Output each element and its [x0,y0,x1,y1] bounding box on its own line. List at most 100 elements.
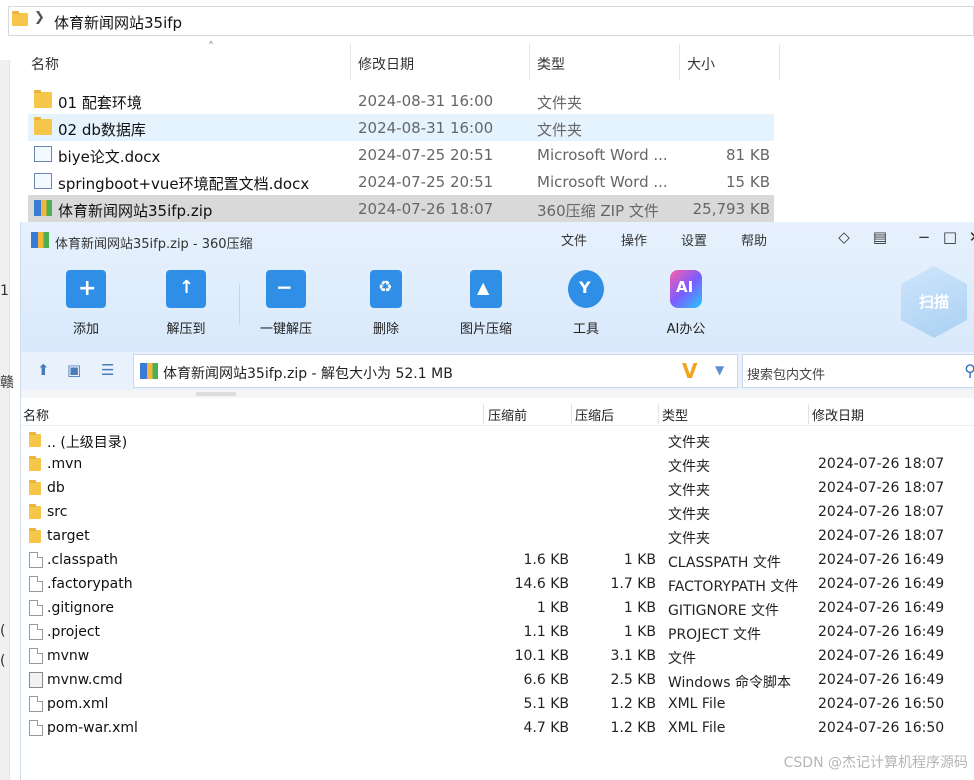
entry-name: mvnw [47,648,90,664]
menu-settings[interactable]: 设置 [681,230,707,249]
column-divider[interactable] [779,44,780,80]
up-arrow-icon[interactable]: ⬆ [37,361,50,379]
file-row[interactable]: 02 db数据库 2024-08-31 16:00 文件夹 [28,114,774,141]
ai-office-button[interactable]: AI AI办公 [646,270,726,340]
delete-label: 删除 [372,322,399,337]
navigation-pane[interactable] [0,60,10,780]
entry-size-after: 1 KB [623,600,656,616]
add-label: 添加 [72,322,99,337]
image-compress-button[interactable]: ▲ 图片压缩 [446,270,526,340]
entry-modified: 2024-07-26 18:07 [818,480,945,496]
explorer-column-header: ˄ 名称 修改日期 类型 大小 [28,40,780,84]
entry-modified: 2024-07-26 16:49 [818,672,945,688]
column-compressed-before[interactable]: 压缩前 [488,405,527,424]
archive-row[interactable]: mvnw.cmd 6.6 KB 2.5 KB Windows 命令脚本 2024… [21,668,974,692]
column-divider[interactable] [571,404,572,424]
file-size: 15 KB [726,173,770,191]
archive-row[interactable]: pom-war.xml 4.7 KB 1.2 KB XML File 2024-… [21,716,974,740]
scan-button[interactable]: 扫描 [901,266,967,338]
entry-modified: 2024-07-26 16:49 [818,600,945,616]
archive-row[interactable]: .gitignore 1 KB 1 KB GITIGNORE 文件 2024-0… [21,596,974,620]
file-type: Microsoft Word ... [537,146,668,164]
list-view-icon[interactable]: ☰ [101,361,114,379]
pane-text: ( [0,623,6,639]
file-modified: 2024-07-25 20:51 [358,146,494,164]
chevron-down-icon[interactable]: ▼ [715,363,724,377]
column-divider[interactable] [350,44,351,80]
folder-icon [29,432,41,447]
archive-row[interactable]: .factorypath 14.6 KB 1.7 KB FACTORYPATH … [21,572,974,596]
archive-path-text: 体育新闻网站35ifp.zip - 解包大小为 52.1 MB [163,366,453,382]
archive-row[interactable]: .classpath 1.6 KB 1 KB CLASSPATH 文件 2024… [21,548,974,572]
archive-row[interactable]: .project 1.1 KB 1 KB PROJECT 文件 2024-07-… [21,620,974,644]
archive-row[interactable]: mvnw 10.1 KB 3.1 KB 文件 2024-07-26 16:49 [21,644,974,668]
delete-button[interactable]: ♻ 删除 [346,270,426,340]
file-name: springboot+vue环境配置文档.docx [58,175,310,193]
maximize-icon[interactable]: □ [940,228,960,246]
column-compressed-after[interactable]: 压缩后 [575,405,614,424]
archive-row[interactable]: .. (上级目录) 文件夹 [21,428,974,452]
search-icon[interactable]: ⚲ [964,361,974,380]
column-divider[interactable] [483,404,484,424]
column-divider[interactable] [658,404,659,424]
extract-to-icon: ↑ [166,270,206,308]
window-title: 体育新闻网站35ifp.zip - 360压缩 [55,237,253,252]
breadcrumb[interactable]: 体育新闻网站35ifp [54,12,182,33]
message-icon[interactable]: ▤ [870,228,890,246]
menu-file[interactable]: 文件 [561,230,587,249]
entry-type: PROJECT 文件 [668,627,761,643]
file-size: 25,793 KB [692,200,770,218]
tools-button[interactable]: Y 工具 [546,270,626,340]
archive-row[interactable]: db 文件夹 2024-07-26 18:07 [21,476,974,500]
scrollbar-thumb[interactable] [196,392,236,396]
entry-type: GITIGNORE 文件 [668,603,780,619]
horizontal-scrollbar[interactable] [21,390,974,398]
folder-icon [12,11,28,26]
add-icon: + [66,270,106,308]
search-input[interactable]: 搜索包内文件 ⚲ [742,354,974,388]
entry-size-after: 1.7 KB [610,576,657,592]
file-row[interactable]: 01 配套环境 2024-08-31 16:00 文件夹 [28,87,774,114]
entry-modified: 2024-07-26 18:07 [818,456,945,472]
add-button[interactable]: + 添加 [46,270,126,340]
entry-type: 文件夹 [668,507,710,523]
column-type[interactable]: 类型 [662,405,688,424]
file-size: 81 KB [726,146,770,164]
entry-size-before: 10.1 KB [514,648,569,664]
file-row[interactable]: biye论文.docx 2024-07-25 20:51 Microsoft W… [28,141,774,168]
file-row[interactable]: springboot+vue环境配置文档.docx 2024-07-25 20:… [28,168,774,195]
menu-help[interactable]: 帮助 [741,230,767,249]
column-divider[interactable] [529,44,530,80]
minimize-icon[interactable]: − [914,228,934,246]
file-name: 体育新闻网站35ifp.zip [58,202,213,220]
pane-text: ( [0,653,6,669]
file-row-selected[interactable]: 体育新闻网站35ifp.zip 2024-07-26 18:07 360压缩 Z… [28,195,774,222]
column-modified[interactable]: 修改日期 [812,405,864,424]
file-modified: 2024-07-26 18:07 [358,200,494,218]
column-divider[interactable] [679,44,680,80]
file-type: 文件夹 [537,94,583,112]
verified-v-icon[interactable]: V [682,359,697,383]
archive-row[interactable]: .mvn 文件夹 2024-07-26 18:07 [21,452,974,476]
menu-operation[interactable]: 操作 [621,230,647,249]
column-name[interactable]: 名称 [31,54,59,74]
extract-to-button[interactable]: ↑ 解压到 [146,270,226,340]
one-click-extract-button[interactable]: − 一键解压 [246,270,326,340]
column-modified[interactable]: 修改日期 [358,54,414,74]
archive-row[interactable]: pom.xml 5.1 KB 1.2 KB XML File 2024-07-2… [21,692,974,716]
recycle-bin-icon: ♻ [370,270,402,308]
column-name[interactable]: 名称 [23,405,49,424]
thumbnail-view-icon[interactable]: ▣ [67,361,81,379]
column-size[interactable]: 大小 [687,54,715,74]
chevron-right-icon[interactable]: ❯ [34,10,45,25]
archive-row[interactable]: target 文件夹 2024-07-26 18:07 [21,524,974,548]
entry-type: Windows 命令脚本 [668,675,791,691]
column-type[interactable]: 类型 [537,54,565,74]
column-divider[interactable] [808,404,809,424]
archive-path-field[interactable]: 体育新闻网站35ifp.zip - 解包大小为 52.1 MB V ▼ [133,354,738,388]
close-icon[interactable]: ✕ [965,228,974,246]
archive-row[interactable]: src 文件夹 2024-07-26 18:07 [21,500,974,524]
folder-icon [34,90,52,108]
skin-icon[interactable]: ◇ [834,228,854,246]
entry-size-before: 6.6 KB [523,672,570,688]
